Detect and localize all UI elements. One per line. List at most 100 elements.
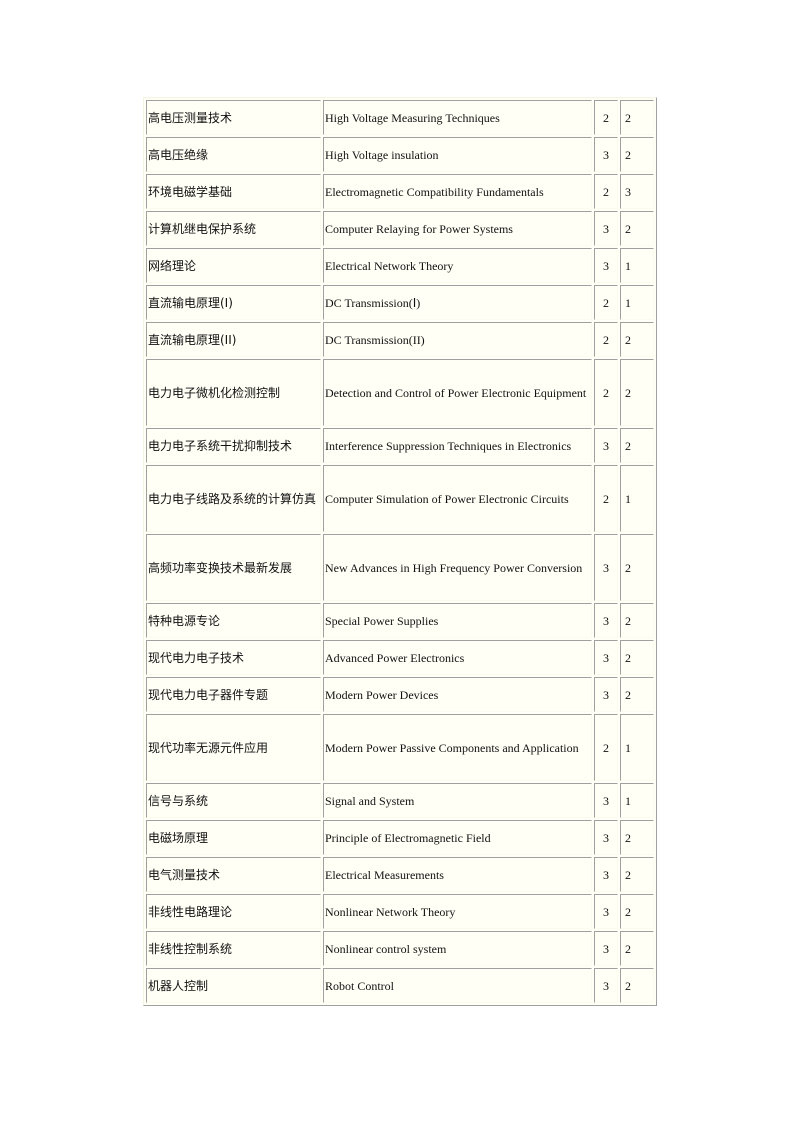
course-credits: 3 bbox=[594, 857, 618, 892]
course-name-chinese: 电力电子系统干扰抑制技术 bbox=[146, 428, 321, 463]
table-row: 特种电源专论 Special Power Supplies 3 2 bbox=[146, 603, 654, 638]
course-name-chinese: 网络理论 bbox=[146, 248, 321, 283]
course-name-english: Principle of Electromagnetic Field bbox=[323, 820, 592, 855]
course-credits: 3 bbox=[594, 820, 618, 855]
course-credits: 2 bbox=[594, 359, 618, 426]
course-name-english: New Advances in High Frequency Power Con… bbox=[323, 534, 592, 601]
course-name-chinese: 计算机继电保护系统 bbox=[146, 211, 321, 246]
course-hours: 3 bbox=[620, 174, 654, 209]
course-name-english: Modern Power Devices bbox=[323, 677, 592, 712]
course-name-english: Nonlinear control system bbox=[323, 931, 592, 966]
course-name-english: Detection and Control of Power Electroni… bbox=[323, 359, 592, 426]
course-name-chinese: 特种电源专论 bbox=[146, 603, 321, 638]
table-row: 直流输电原理(II) DC Transmission(II) 2 2 bbox=[146, 322, 654, 357]
course-name-chinese: 机器人控制 bbox=[146, 968, 321, 1003]
course-name-chinese: 非线性控制系统 bbox=[146, 931, 321, 966]
course-name-chinese: 直流输电原理(II) bbox=[146, 322, 321, 357]
course-credits: 3 bbox=[594, 211, 618, 246]
course-name-english: Advanced Power Electronics bbox=[323, 640, 592, 675]
course-credits: 3 bbox=[594, 931, 618, 966]
course-credits: 2 bbox=[594, 465, 618, 532]
course-name-english: Nonlinear Network Theory bbox=[323, 894, 592, 929]
table-row: 非线性控制系统 Nonlinear control system 3 2 bbox=[146, 931, 654, 966]
table-row: 网络理论 Electrical Network Theory 3 1 bbox=[146, 248, 654, 283]
course-table-body: 高电压测量技术 High Voltage Measuring Techniques… bbox=[146, 100, 654, 1003]
table-row: 高频功率变换技术最新发展 New Advances in High Frequen… bbox=[146, 534, 654, 601]
course-credits: 2 bbox=[594, 322, 618, 357]
table-row: 高电压测量技术 High Voltage Measuring Techniques… bbox=[146, 100, 654, 135]
course-credits: 2 bbox=[594, 285, 618, 320]
course-hours: 2 bbox=[620, 640, 654, 675]
course-hours: 2 bbox=[620, 359, 654, 426]
course-hours: 2 bbox=[620, 534, 654, 601]
course-name-chinese: 电磁场原理 bbox=[146, 820, 321, 855]
course-hours: 1 bbox=[620, 248, 654, 283]
course-credits: 3 bbox=[594, 428, 618, 463]
course-hours: 1 bbox=[620, 465, 654, 532]
course-credits: 3 bbox=[594, 677, 618, 712]
course-hours: 2 bbox=[620, 428, 654, 463]
course-name-chinese: 电气测量技术 bbox=[146, 857, 321, 892]
table-row: 计算机继电保护系统 Computer Relaying for Power Sys… bbox=[146, 211, 654, 246]
course-name-english: Modern Power Passive Components and Appl… bbox=[323, 714, 592, 781]
course-name-chinese: 环境电磁学基础 bbox=[146, 174, 321, 209]
course-hours: 2 bbox=[620, 603, 654, 638]
course-credits: 3 bbox=[594, 248, 618, 283]
course-credits: 3 bbox=[594, 968, 618, 1003]
table-row: 机器人控制 Robot Control 3 2 bbox=[146, 968, 654, 1003]
table-row: 现代电力电子技术 Advanced Power Electronics 3 2 bbox=[146, 640, 654, 675]
course-name-english: Electrical Network Theory bbox=[323, 248, 592, 283]
table-row: 电气测量技术 Electrical Measurements 3 2 bbox=[146, 857, 654, 892]
course-name-chinese: 电力电子微机化检测控制 bbox=[146, 359, 321, 426]
course-hours: 2 bbox=[620, 894, 654, 929]
table-row: 现代功率无源元件应用 Modern Power Passive Component… bbox=[146, 714, 654, 781]
course-hours: 2 bbox=[620, 931, 654, 966]
table-row: 信号与系统 Signal and System 3 1 bbox=[146, 783, 654, 818]
course-credits: 3 bbox=[594, 534, 618, 601]
course-hours: 1 bbox=[620, 285, 654, 320]
course-name-english: Special Power Supplies bbox=[323, 603, 592, 638]
course-name-chinese: 信号与系统 bbox=[146, 783, 321, 818]
course-hours: 1 bbox=[620, 783, 654, 818]
table-row: 电力电子微机化检测控制 Detection and Control of Powe… bbox=[146, 359, 654, 426]
table-row: 环境电磁学基础 Electromagnetic Compatibility Fun… bbox=[146, 174, 654, 209]
course-name-chinese: 现代电力电子技术 bbox=[146, 640, 321, 675]
course-name-english: Electromagnetic Compatibility Fundamenta… bbox=[323, 174, 592, 209]
course-name-english: Electrical Measurements bbox=[323, 857, 592, 892]
course-credits: 2 bbox=[594, 100, 618, 135]
course-name-english: DC Transmission(Ⅰ) bbox=[323, 285, 592, 320]
course-hours: 1 bbox=[620, 714, 654, 781]
course-name-chinese: 电力电子线路及系统的计算仿真 bbox=[146, 465, 321, 532]
course-credits: 3 bbox=[594, 783, 618, 818]
table-row: 现代电力电子器件专题 Modern Power Devices 3 2 bbox=[146, 677, 654, 712]
course-hours: 2 bbox=[620, 137, 654, 172]
course-credits: 2 bbox=[594, 714, 618, 781]
course-name-chinese: 高电压测量技术 bbox=[146, 100, 321, 135]
course-hours: 2 bbox=[620, 857, 654, 892]
course-name-english: Robot Control bbox=[323, 968, 592, 1003]
table-row: 高电压绝缘 High Voltage insulation 3 2 bbox=[146, 137, 654, 172]
course-name-chinese: 现代功率无源元件应用 bbox=[146, 714, 321, 781]
course-name-chinese: 高电压绝缘 bbox=[146, 137, 321, 172]
course-hours: 2 bbox=[620, 100, 654, 135]
course-hours: 2 bbox=[620, 968, 654, 1003]
course-table: 高电压测量技术 High Voltage Measuring Techniques… bbox=[143, 97, 657, 1006]
course-hours: 2 bbox=[620, 211, 654, 246]
course-hours: 2 bbox=[620, 820, 654, 855]
course-credits: 3 bbox=[594, 894, 618, 929]
course-name-english: Computer Simulation of Power Electronic … bbox=[323, 465, 592, 532]
course-credits: 3 bbox=[594, 137, 618, 172]
course-name-chinese: 直流输电原理(Ⅰ) bbox=[146, 285, 321, 320]
course-name-english: Computer Relaying for Power Systems bbox=[323, 211, 592, 246]
course-name-chinese: 非线性电路理论 bbox=[146, 894, 321, 929]
course-credits: 3 bbox=[594, 603, 618, 638]
course-name-english: DC Transmission(II) bbox=[323, 322, 592, 357]
course-name-english: Signal and System bbox=[323, 783, 592, 818]
course-hours: 2 bbox=[620, 322, 654, 357]
course-credits: 2 bbox=[594, 174, 618, 209]
course-name-english: High Voltage Measuring Techniques bbox=[323, 100, 592, 135]
table-row: 电磁场原理 Principle of Electromagnetic Field 3… bbox=[146, 820, 654, 855]
table-row: 直流输电原理(Ⅰ) DC Transmission(Ⅰ) 2 1 bbox=[146, 285, 654, 320]
table-row: 非线性电路理论 Nonlinear Network Theory 3 2 bbox=[146, 894, 654, 929]
table-row: 电力电子系统干扰抑制技术 Interference Suppression Tec… bbox=[146, 428, 654, 463]
